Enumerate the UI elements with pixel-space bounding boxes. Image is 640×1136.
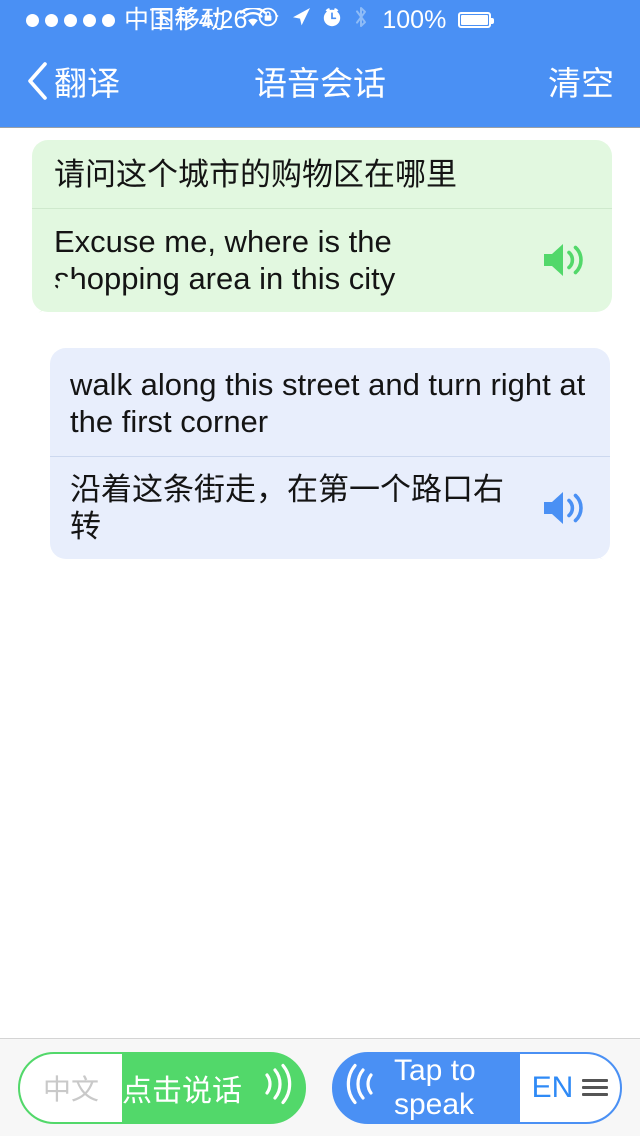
message-bubble-incoming[interactable]: walk along this street and turn right at… [50, 347, 610, 561]
message-secondary-row: Excuse me, where is the shopping area in… [32, 209, 612, 311]
battery-icon [458, 12, 495, 28]
chevron-left-icon [24, 60, 50, 107]
tap-to-speak-en-label: Tap to speak [394, 1053, 476, 1121]
status-bar-left: 中国移动 [12, 6, 267, 35]
hamburger-menu-icon[interactable] [582, 1079, 609, 1096]
conversation-list[interactable]: 请问这个城市的购物区在哪里 Excuse me, where is the sh… [0, 128, 640, 1038]
sound-waves-right-icon [256, 1062, 296, 1114]
carrier-label: 中国移动 [124, 5, 227, 34]
tap-to-speak-zh-label: 点击说话 [122, 1074, 242, 1108]
tap-to-speak-en-button[interactable]: Tap to speak EN [332, 1051, 622, 1124]
message-primary-text: 请问这个城市的购物区在哪里 [54, 157, 457, 192]
wifi-icon [239, 6, 267, 35]
app-screen: 中国移动 下午4:26 100% 翻译 语音会话 清空 请问这个城市的购物区在哪… [0, 0, 640, 1136]
lang-chip-en[interactable]: EN [520, 1053, 620, 1122]
location-arrow-icon [290, 6, 312, 35]
message-secondary-row: 沿着这条街走，在第一个路口右转 [50, 457, 610, 559]
speaker-wave-icon[interactable] [538, 238, 590, 282]
bluetooth-icon [352, 5, 370, 36]
message-secondary-text: Excuse me, where is the shopping area in… [54, 224, 396, 297]
back-button[interactable]: 翻译 [0, 60, 120, 107]
message-secondary-text: 沿着这条街走，在第一个路口右转 [70, 471, 504, 545]
alarm-clock-icon [321, 6, 343, 35]
signal-strength-dots [26, 13, 115, 27]
message-primary-row: 请问这个城市的购物区在哪里 [32, 140, 612, 210]
tap-to-speak-en-body: Tap to speak [334, 1054, 520, 1122]
sound-waves-left-icon [342, 1062, 382, 1114]
lang-chip-zh[interactable]: 中文 [20, 1053, 122, 1122]
tap-to-speak-zh-button[interactable]: 中文 点击说话 [18, 1051, 306, 1124]
bottom-toolbar: 中文 点击说话 Tap to speak EN [0, 1038, 640, 1136]
back-button-label: 翻译 [54, 65, 120, 102]
status-bar: 中国移动 下午4:26 100% [0, 0, 640, 40]
clear-button[interactable]: 清空 [548, 67, 640, 100]
battery-percent-label: 100% [382, 5, 447, 34]
bubble-tail-right [564, 526, 604, 561]
lang-chip-en-label: EN [531, 1070, 574, 1104]
message-primary-row: walk along this street and turn right at… [50, 348, 610, 457]
nav-bar: 翻译 语音会话 清空 [0, 40, 640, 128]
tap-to-speak-zh-body: 点击说话 [122, 1054, 304, 1122]
bubble-tail-left [38, 278, 78, 313]
message-bubble-outgoing[interactable]: 请问这个城市的购物区在哪里 Excuse me, where is the sh… [32, 140, 612, 313]
status-bar-icons [257, 5, 370, 36]
speaker-wave-icon[interactable] [538, 486, 590, 530]
message-primary-text: walk along this street and turn right at… [70, 366, 586, 439]
